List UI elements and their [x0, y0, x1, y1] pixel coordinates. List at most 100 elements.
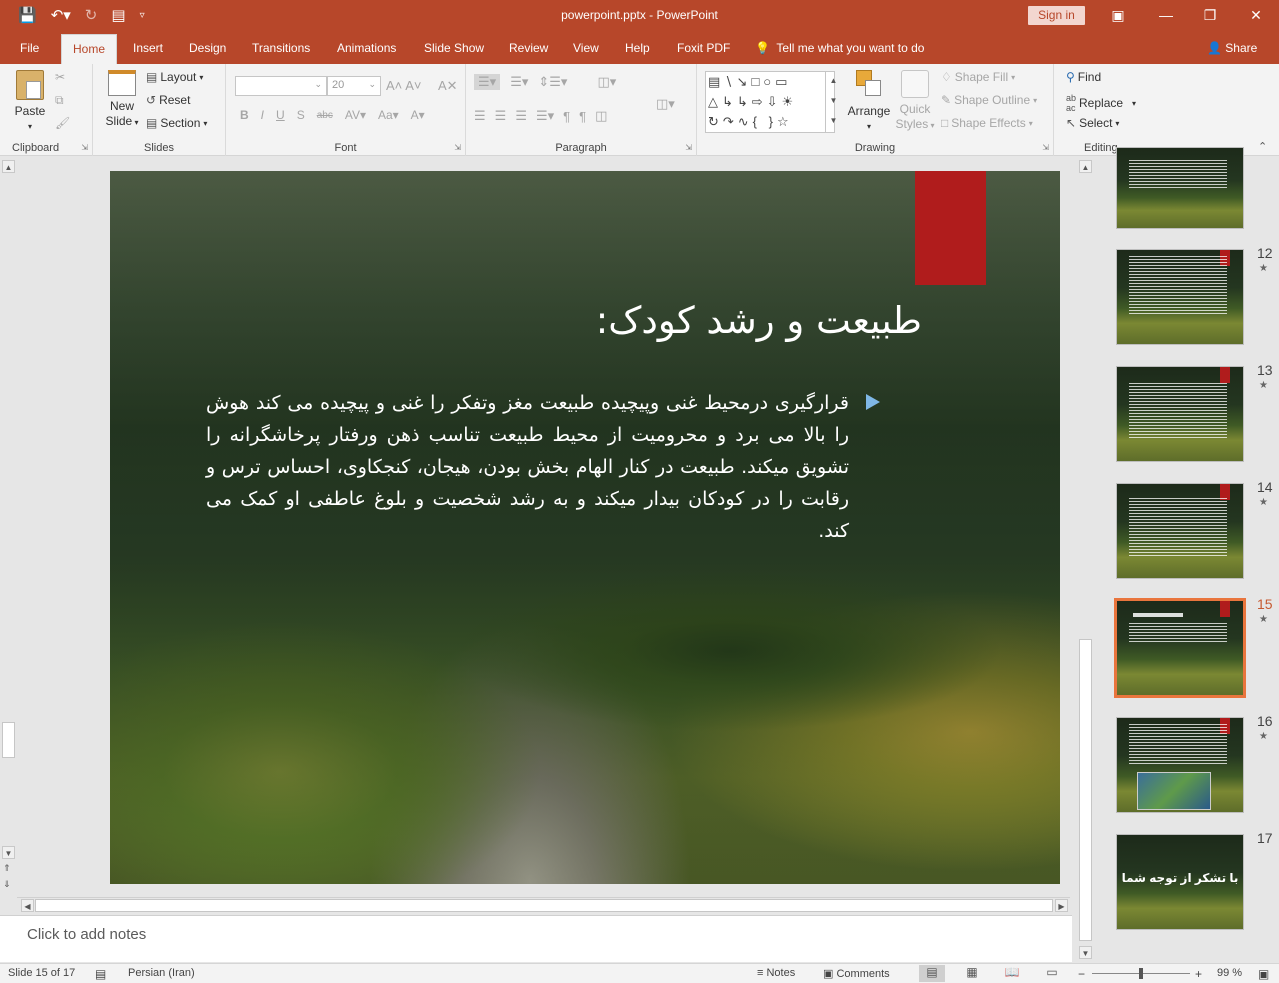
notes-pane[interactable]: Click to add notes	[0, 915, 1072, 962]
customize-qat-icon[interactable]: ▿	[140, 10, 145, 21]
current-slide[interactable]: طبیعت و رشد کودک: قرارگیری درمحیط غنی وپ…	[110, 171, 1060, 884]
start-from-beginning-icon[interactable]: ▤	[111, 6, 125, 24]
char-spacing-icon[interactable]: AV▾	[345, 108, 366, 122]
align-left-icon[interactable]: ☰	[474, 108, 486, 124]
arrange-button[interactable]: Arrange ▾	[847, 70, 891, 134]
align-right-icon[interactable]: ☰	[515, 108, 527, 124]
paste-button[interactable]: Paste ▾	[10, 70, 50, 134]
underline-icon[interactable]: U	[276, 108, 285, 122]
comments-toggle[interactable]: ▣ Comments	[823, 967, 890, 980]
horizontal-scroll-thumb[interactable]	[35, 899, 1053, 912]
font-size-combo[interactable]: 20 ⌄	[327, 76, 381, 96]
collapse-ribbon-icon[interactable]: ⌃	[1258, 140, 1267, 153]
maximize-button[interactable]: ❐	[1198, 4, 1222, 26]
spell-check-icon[interactable]: ▤	[95, 967, 106, 981]
slide-scroll-thumb[interactable]	[1079, 639, 1092, 941]
font-name-combo[interactable]: ⌄	[235, 76, 327, 96]
shape-outline-button[interactable]: ✎ Shape Outline ▾	[941, 93, 1037, 107]
smartart-icon[interactable]: ◫	[595, 108, 607, 124]
sign-in-button[interactable]: Sign in	[1028, 6, 1085, 25]
tab-home[interactable]: Home	[61, 34, 118, 64]
horizontal-scrollbar[interactable]: ◀ ▶	[17, 897, 1070, 914]
thumbnail-image[interactable]	[1116, 483, 1244, 579]
bullets-icon[interactable]: ☰▾	[474, 74, 501, 90]
rtl-icon[interactable]: ¶	[579, 109, 586, 124]
tab-transitions[interactable]: Transitions	[252, 41, 310, 55]
clear-formatting-button[interactable]: A✕	[438, 78, 458, 94]
tell-me-search[interactable]: 💡 Tell me what you want to do	[755, 41, 924, 55]
zoom-in-icon[interactable]: +	[1195, 967, 1202, 981]
normal-view-icon[interactable]: ▤	[919, 965, 945, 982]
replace-button[interactable]: ab ac Replace ▾	[1066, 93, 1136, 113]
save-icon[interactable]: 💾	[18, 6, 37, 24]
slide-scrollbar[interactable]: ▲ ▼	[1077, 157, 1094, 963]
slide-body-text[interactable]: قرارگیری درمحیط غنی وپیچیده طبیعت مغز وت…	[206, 387, 849, 547]
new-slide-button[interactable]: New Slide ▾	[103, 70, 141, 130]
align-center-icon[interactable]: ☰	[495, 108, 507, 124]
shape-effects-button[interactable]: □ Shape Effects ▾	[941, 116, 1033, 130]
zoom-slider-thumb[interactable]	[1139, 968, 1143, 979]
tab-review[interactable]: Review	[509, 41, 548, 55]
cut-button[interactable]: ✂	[55, 70, 65, 84]
tab-file[interactable]: File	[20, 41, 39, 55]
tab-help[interactable]: Help	[625, 41, 650, 55]
tab-slide-show[interactable]: Slide Show	[424, 41, 484, 55]
undo-icon[interactable]: ↶▾	[51, 6, 71, 24]
thumbnail-image[interactable]	[1114, 598, 1246, 698]
tab-design[interactable]: Design	[189, 41, 226, 55]
line-spacing-icon[interactable]: ⇕☰▾	[538, 74, 567, 90]
notes-toggle[interactable]: ≡ Notes	[757, 967, 795, 979]
thumbnail-image[interactable]	[1116, 147, 1244, 229]
tab-insert[interactable]: Insert	[133, 41, 163, 55]
tab-foxit-pdf[interactable]: Foxit PDF	[677, 41, 730, 55]
drawing-dialog-launcher-icon[interactable]: ⇲	[1042, 143, 1049, 152]
shapes-scroll[interactable]: ▲ ▼ ▼	[825, 71, 841, 133]
left-scrollbar[interactable]: ▲ ▼ ⇑ ⇓	[0, 157, 17, 897]
slide-show-icon[interactable]: ▭	[1039, 965, 1065, 982]
slide-title[interactable]: طبیعت و رشد کودک:	[222, 299, 922, 342]
reading-view-icon[interactable]: 📖	[999, 965, 1025, 982]
thumbnail-image[interactable]	[1116, 717, 1244, 813]
fit-to-window-icon[interactable]: ▣	[1258, 967, 1269, 981]
left-scroll-thumb[interactable]	[2, 722, 15, 758]
format-painter-button[interactable]: 🖌	[55, 116, 70, 130]
layout-button[interactable]: ▤ Layout ▾	[146, 70, 203, 84]
strikethrough-icon[interactable]: abc	[317, 110, 333, 121]
italic-icon[interactable]: I	[261, 108, 264, 122]
copy-button[interactable]: ⧉	[55, 93, 64, 108]
change-case-icon[interactable]: Aa▾	[378, 108, 399, 122]
font-size-buttons[interactable]: A˄ A˅	[386, 78, 422, 93]
find-button[interactable]: ⚲ Find	[1066, 70, 1101, 84]
select-button[interactable]: ↖ Select ▾	[1066, 116, 1119, 130]
scroll-up-icon[interactable]: ▲	[1079, 160, 1092, 173]
columns-icon[interactable]: ◫▾	[597, 74, 616, 90]
tab-view[interactable]: View	[573, 41, 599, 55]
numbering-icon[interactable]: ☰▾	[510, 74, 528, 90]
notes-placeholder[interactable]: Click to add notes	[27, 926, 146, 943]
justify-icon[interactable]: ☰▾	[536, 108, 554, 124]
slide-sorter-icon[interactable]: ▦	[959, 965, 985, 982]
zoom-level[interactable]: 99 %	[1217, 967, 1242, 979]
text-align-button[interactable]: ◫▾	[656, 96, 675, 112]
bold-icon[interactable]: B	[240, 108, 249, 122]
shapes-gallery[interactable]: ▤∖↘□○▭ △↳↳⇨⇩☀ ↻↷∿{ }☆	[705, 71, 835, 133]
section-button[interactable]: ▤ Section ▾	[146, 116, 207, 130]
dialog-launcher-icon[interactable]: ⇲	[81, 143, 88, 152]
tab-animations[interactable]: Animations	[337, 41, 396, 55]
close-button[interactable]: ✕	[1244, 4, 1268, 26]
thumbnail-image[interactable]	[1116, 366, 1244, 462]
scroll-down-icon[interactable]: ▼	[1079, 946, 1092, 959]
language-indicator[interactable]: Persian (Iran)	[128, 967, 195, 979]
next-slide-icon[interactable]: ⇓	[3, 879, 11, 890]
thumbnail-image[interactable]	[1116, 249, 1244, 345]
redo-icon[interactable]: ↻	[85, 6, 98, 24]
font-color-icon[interactable]: A▾	[411, 108, 425, 122]
minimize-button[interactable]: —	[1154, 4, 1178, 26]
ltr-icon[interactable]: ¶	[563, 109, 570, 124]
shape-fill-button[interactable]: ♢ Shape Fill ▾	[941, 70, 1015, 84]
scroll-down-icon[interactable]: ▼	[2, 846, 15, 859]
quick-styles-button[interactable]: Quick Styles ▾	[892, 70, 938, 133]
shadow-icon[interactable]: S	[297, 108, 305, 122]
font-dialog-launcher-icon[interactable]: ⇲	[454, 143, 461, 152]
share-button[interactable]: 👤 Share	[1207, 41, 1257, 55]
